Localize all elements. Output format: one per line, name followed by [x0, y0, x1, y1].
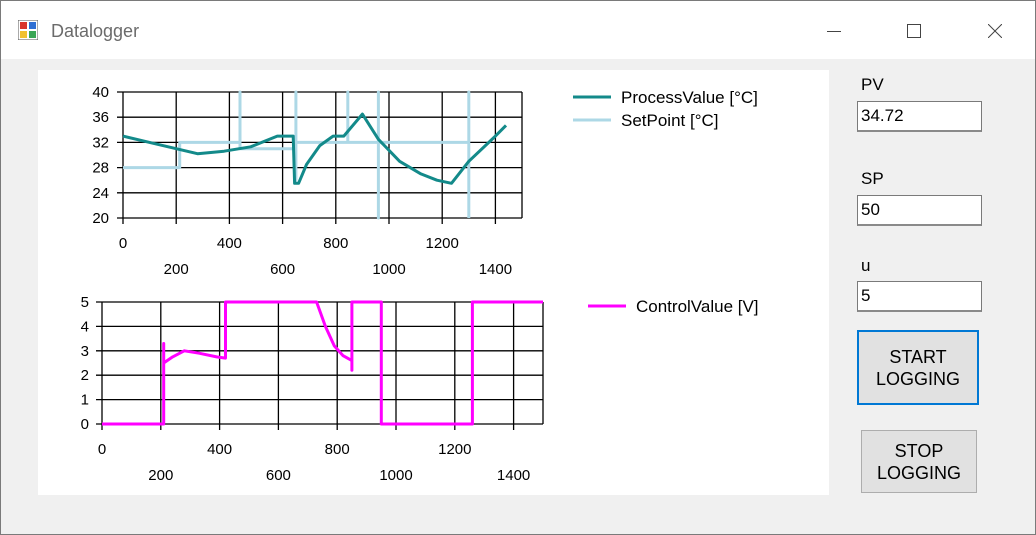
datalogger-window: Datalogger 20 24 28 32 36 40 0 400 800 1200 200 600… [0, 0, 1036, 535]
stop-button-line-2: LOGGING [876, 462, 961, 483]
chart1-xtick-label: 1200 [426, 235, 459, 252]
chart1-series-0-line [122, 112, 508, 185]
maximize-icon [907, 24, 921, 38]
chart-panel: 20 24 28 32 36 40 0 400 800 1200 200 600 1000 1400 Pro… [38, 70, 829, 495]
chart2-ytick-label: 0 [81, 416, 89, 433]
sp-field[interactable] [857, 195, 982, 226]
window-title: Datalogger [51, 21, 140, 41]
chart2-xtick-label: 1400 [497, 467, 530, 484]
maximize-button[interactable] [891, 15, 937, 47]
chart1-legend-label: SetPoint [°C] [621, 111, 719, 130]
chart1-xtick-label: 1400 [479, 261, 512, 278]
chart2-ytick-label: 1 [81, 392, 89, 409]
stop-logging-button[interactable]: STOP LOGGING [861, 430, 977, 493]
chart1-xtick-label: 800 [323, 235, 348, 252]
chart1-series-1-line [123, 90, 471, 220]
chart2-xtick-label: 400 [207, 441, 232, 458]
chart1-xtick-label: 0 [119, 235, 127, 252]
pv-field[interactable] [857, 101, 982, 132]
start-button-line-2: LOGGING [875, 368, 960, 389]
start-logging-button[interactable]: START LOGGING [857, 330, 979, 405]
chart2-xtick-label: 1000 [379, 467, 412, 484]
chart1-xtick-label: 200 [164, 261, 189, 278]
chart2-series-0-line [102, 300, 543, 426]
chart1-ytick-label: 28 [92, 160, 109, 177]
pv-label: PV [861, 75, 884, 94]
u-field[interactable] [857, 281, 982, 312]
chart-area: 2024283236400 400 800 1200200 600 1000 1400Pro… [81, 84, 759, 484]
chart1-xtick-label: 1000 [372, 261, 405, 278]
chart2-ytick-label: 5 [81, 294, 89, 311]
chart1-ytick-label: 36 [92, 109, 109, 126]
sp-label: SP [861, 169, 884, 188]
chart1-xtick-label: 400 [217, 235, 242, 252]
chart2-ytick-label: 2 [81, 367, 89, 384]
chart2-xtick-label: 800 [325, 441, 350, 458]
chart2-xtick-label: 1200 [438, 441, 471, 458]
title-bar: Datalogger [1, 1, 1035, 59]
chart2-xtick-label: 200 [148, 467, 173, 484]
chart1-legend-label: ProcessValue [°C] [621, 88, 758, 107]
chart1-ytick-label: 32 [92, 134, 109, 151]
start-button-line-1: START [889, 346, 947, 367]
chart2-xtick-label: 0 [98, 441, 106, 458]
chart1-ytick-label: 40 [92, 84, 109, 101]
app-icon [18, 20, 38, 40]
minimize-icon [827, 31, 841, 32]
chart2-legend-label: ControlValue [V] [636, 297, 759, 316]
minimize-button[interactable] [811, 15, 857, 47]
chart1-ytick-label: 20 [92, 210, 109, 227]
close-icon [988, 24, 1002, 38]
stop-button-line-1: STOP [894, 440, 944, 461]
chart2-xtick-label: 600 [266, 467, 291, 484]
u-label: u [861, 256, 871, 275]
chart1-ytick-label: 24 [92, 185, 109, 202]
chart2-ytick-label: 4 [81, 318, 89, 335]
close-button[interactable] [972, 15, 1018, 47]
chart1-xtick-label: 600 [270, 261, 295, 278]
chart2-ytick-label: 3 [81, 343, 89, 360]
